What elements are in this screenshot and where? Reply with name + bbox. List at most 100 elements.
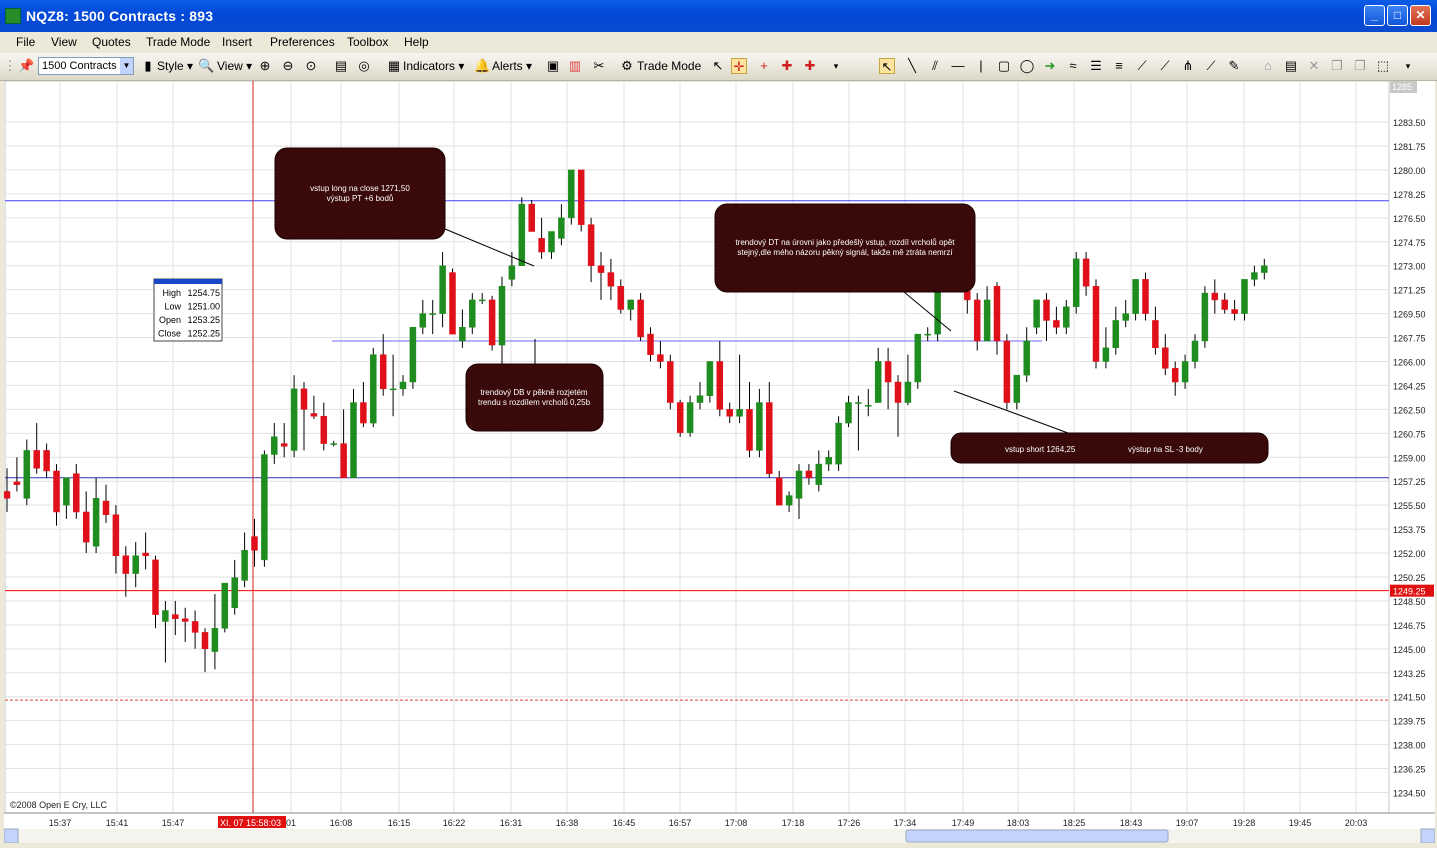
candle-body-down (667, 361, 674, 403)
candle-body-down (1162, 347, 1169, 369)
chevron-down-icon[interactable]: ▼ (120, 58, 133, 74)
zoom-out-icon[interactable]: ⊖ (280, 58, 296, 74)
arrow-tool-icon[interactable]: ➜ (1042, 58, 1058, 74)
data-window-value: 1254.75 (187, 288, 220, 298)
last-price-label: 1249.25 (1393, 587, 1426, 597)
menu-quotes[interactable]: Quotes (92, 35, 131, 49)
menu-insert[interactable]: Insert (222, 35, 252, 49)
ellipse-tool-icon[interactable]: ◯ (1019, 58, 1035, 74)
note-tool-icon[interactable]: ▢ (996, 58, 1012, 74)
menu-preferences[interactable]: Preferences (270, 35, 335, 49)
candle-body-up (399, 381, 407, 390)
candle-body-down (1043, 299, 1050, 321)
minimize-button[interactable]: _ (1364, 5, 1385, 26)
pin-icon[interactable]: 📌 (18, 58, 34, 74)
data-window-value: 1252.25 (187, 329, 220, 339)
candle-body-down (201, 632, 209, 650)
paste-icon[interactable]: ❐ (1352, 58, 1368, 74)
candle-body-up (409, 327, 417, 383)
line-tool-icon[interactable]: ╲ (904, 58, 920, 74)
menu-view[interactable]: View (51, 35, 77, 49)
candle-body-down (993, 285, 1001, 342)
crosshair-dot-icon[interactable]: ✚ (779, 58, 795, 74)
candle-body-up (429, 313, 436, 315)
candle-body-up (221, 582, 229, 629)
menu-toolbox[interactable]: Toolbox (347, 35, 388, 49)
properties-icon[interactable]: ▤ (1283, 58, 1299, 74)
data-window-label: Low (164, 302, 181, 312)
vline-tool-icon[interactable]: | (973, 58, 989, 74)
candle (1003, 334, 1011, 410)
x-tick-label: 16:57 (669, 818, 692, 828)
candle-body-down (488, 299, 496, 346)
fan2-tool-icon[interactable]: ⟋ (1203, 58, 1219, 74)
candle-body-down (112, 514, 120, 557)
candle-body-down (617, 285, 625, 310)
gann-tool-icon[interactable]: ⟋ (1134, 58, 1150, 74)
y-tick-label: 1246.75 (1393, 621, 1426, 631)
bell-icon[interactable]: 🔔 (474, 58, 490, 74)
candle-body-up (548, 231, 555, 253)
price-chart[interactable]: 1283.50 1281.75 1280.00 1278.25 1276.50 1274.… (3, 80, 1436, 844)
tools-icon[interactable]: ✂ (591, 58, 607, 74)
y-tick-label: 1271.25 (1393, 286, 1426, 296)
hline-tool-icon[interactable]: — (950, 58, 966, 74)
candle-body-up (924, 333, 931, 336)
view-button[interactable]: View ▾ (217, 56, 252, 76)
candle-body-up (865, 405, 872, 407)
menu-help[interactable]: Help (404, 35, 429, 49)
alerts-button[interactable]: Alerts ▾ (492, 56, 532, 76)
data-window-header (154, 279, 222, 284)
page-icon[interactable]: ▤ (333, 58, 349, 74)
data-window-label: Open (159, 315, 181, 325)
fan-tool-icon[interactable]: ⟋ (1157, 58, 1173, 74)
brush-icon[interactable]: ✎ (1226, 58, 1242, 74)
book-icon[interactable]: ▣ (545, 58, 561, 74)
candle-body-down (320, 415, 328, 444)
arrow-icon[interactable]: ↖ (710, 58, 726, 74)
candle-style-icon[interactable]: ▮ (140, 58, 156, 74)
copy-icon[interactable]: ❐ (1329, 58, 1345, 74)
candle (449, 268, 456, 335)
candle-body-up (1063, 306, 1070, 328)
chart-properties-icon[interactable]: ◎ (356, 58, 372, 74)
trade-mode-button[interactable]: Trade Mode (637, 56, 701, 76)
y-tick-label: 1274.75 (1393, 238, 1426, 248)
toolbar-overflow-icon[interactable]: ▾ (828, 58, 844, 74)
candle-body-up (1241, 279, 1248, 314)
indicators-button[interactable]: Indicators ▾ (403, 56, 464, 76)
delete-icon[interactable]: ✕ (1306, 58, 1322, 74)
toolbar-overflow-right-icon[interactable]: ▾ (1400, 58, 1416, 74)
channel-tool-icon[interactable]: ⫽ (927, 58, 943, 74)
maximize-button[interactable]: □ (1387, 5, 1408, 26)
home-icon[interactable]: ⌂ (1260, 58, 1276, 74)
candle-body-down (637, 299, 644, 338)
grid-tool-icon[interactable]: ☰ (1088, 58, 1104, 74)
magnifier-icon[interactable]: 🔍 (198, 58, 214, 74)
chart-area[interactable]: 1283.50 1281.75 1280.00 1278.25 1276.50 1274.… (3, 80, 1436, 844)
pitchfork-tool-icon[interactable]: ⋔ (1180, 58, 1196, 74)
select-area-icon[interactable]: ⬚ (1375, 58, 1391, 74)
zoom-icon[interactable]: ⊙ (303, 58, 319, 74)
style-button[interactable]: Style ▾ (157, 56, 193, 76)
close-button[interactable]: ✕ (1410, 5, 1431, 26)
menu-bar: File View Quotes Trade Mode Insert Prefe… (0, 32, 1437, 53)
wave-tool-icon[interactable]: ≈ (1065, 58, 1081, 74)
indicators-icon[interactable]: ▦ (386, 58, 402, 74)
candle-body-up (1072, 258, 1080, 308)
y-tick-label: 1259.00 (1393, 453, 1426, 463)
contracts-select[interactable]: 1500 Contracts ▼ (38, 57, 134, 75)
color-icon[interactable]: ▥ (567, 58, 583, 74)
trade-mode-icon[interactable]: ⚙ (619, 58, 635, 74)
pointer-icon[interactable]: ↖ (879, 58, 895, 74)
candle-body-up (350, 402, 357, 479)
candle-body-down (746, 409, 753, 451)
menu-file[interactable]: File (16, 35, 35, 49)
candle-body-down (577, 169, 585, 225)
crosshair-select-icon[interactable]: ✛ (731, 58, 747, 74)
crosshair-icon[interactable]: + (756, 58, 772, 74)
zoom-in-icon[interactable]: ⊕ (257, 58, 273, 74)
menu-trade-mode[interactable]: Trade Mode (146, 35, 210, 49)
fib-tool-icon[interactable]: ≡ (1111, 58, 1127, 74)
crosshair-arrow-icon[interactable]: ✚ (802, 58, 818, 74)
